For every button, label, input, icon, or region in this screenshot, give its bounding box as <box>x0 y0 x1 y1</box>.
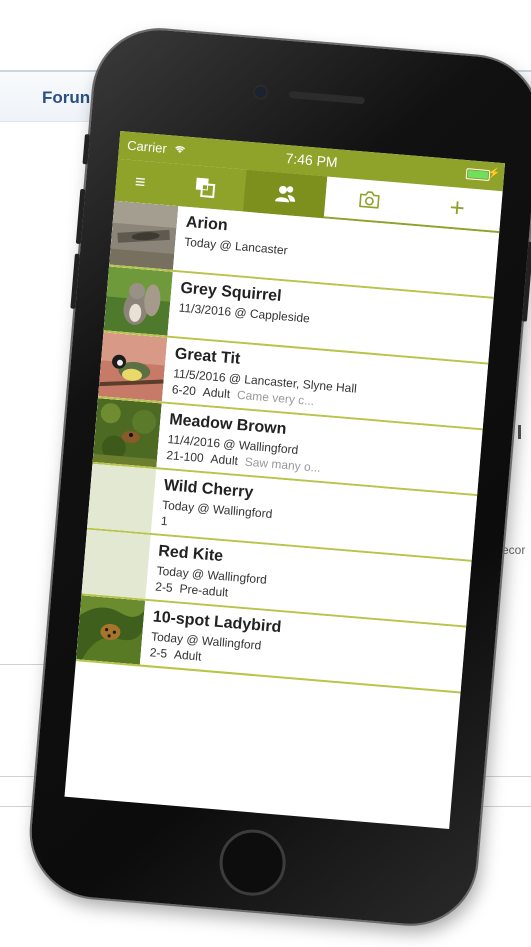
app-screen: Carrier 7:46 PM ⚡ ≡ + Arion Today @ Lanc… <box>64 131 506 829</box>
front-camera <box>254 86 267 99</box>
plus-icon: + <box>448 191 467 223</box>
charging-icon: ⚡ <box>487 167 501 180</box>
record-thumbnail-placeholder <box>87 463 157 533</box>
records-tab[interactable] <box>162 163 246 212</box>
background-forum-link[interactable]: Forun <box>42 88 90 108</box>
record-count: 2-5 <box>149 645 168 661</box>
record-info: Wild Cherry Today @ Wallingford 1 <box>151 469 283 543</box>
bird-photo <box>98 332 168 402</box>
mute-switch <box>82 134 90 165</box>
background-mark <box>518 425 521 439</box>
add-record-button[interactable]: + <box>412 184 503 231</box>
camera-icon <box>359 191 380 209</box>
users-icon <box>274 185 295 203</box>
volume-down-button <box>70 253 80 309</box>
menu-button[interactable]: ≡ <box>115 159 166 205</box>
record-info: Grey Squirrel 11/3/2016 @ Cappleside <box>167 272 320 348</box>
records-icon <box>195 177 215 199</box>
butterfly-photo <box>92 398 162 468</box>
phone-device: Carrier 7:46 PM ⚡ ≡ + Arion Today @ Lanc… <box>26 24 531 930</box>
squirrel-photo <box>103 266 173 336</box>
record-thumbnail <box>98 332 168 402</box>
record-thumbnail <box>76 595 146 665</box>
record-stage: Adult <box>210 451 239 468</box>
menu-icon: ≡ <box>134 170 147 192</box>
record-thumbnail <box>109 200 179 270</box>
power-button <box>521 241 531 322</box>
record-stage: Adult <box>173 647 202 664</box>
record-count: 2-5 <box>154 579 174 595</box>
record-stage: Pre-adult <box>179 581 229 600</box>
record-count: 6-20 <box>171 382 197 399</box>
record-count: 1 <box>160 513 169 529</box>
slug-photo <box>109 200 179 270</box>
ladybird-photo <box>76 595 146 665</box>
record-info: Meadow Brown 11/4/2016 @ Wallingford 21-… <box>156 403 333 481</box>
record-info: Arion Today @ Lancaster <box>173 206 299 280</box>
volume-up-button <box>75 188 86 245</box>
record-info: Red Kite Today @ Wallingford 2-5 Pre-adul… <box>145 535 277 609</box>
record-thumbnail-placeholder <box>81 529 151 599</box>
earpiece-speaker <box>288 91 366 105</box>
record-info: 10-spot Ladybird Today @ Wallingford 2-5… <box>140 601 291 677</box>
users-tab[interactable] <box>243 169 328 219</box>
record-count: 21-100 <box>165 448 205 466</box>
camera-button[interactable] <box>324 176 415 223</box>
records-list: Arion Today @ Lancaster Grey Squirrel 11… <box>75 200 500 694</box>
record-thumbnail <box>92 398 162 468</box>
home-button[interactable] <box>216 826 289 899</box>
record-stage: Adult <box>202 384 231 402</box>
record-thumbnail <box>103 266 173 336</box>
